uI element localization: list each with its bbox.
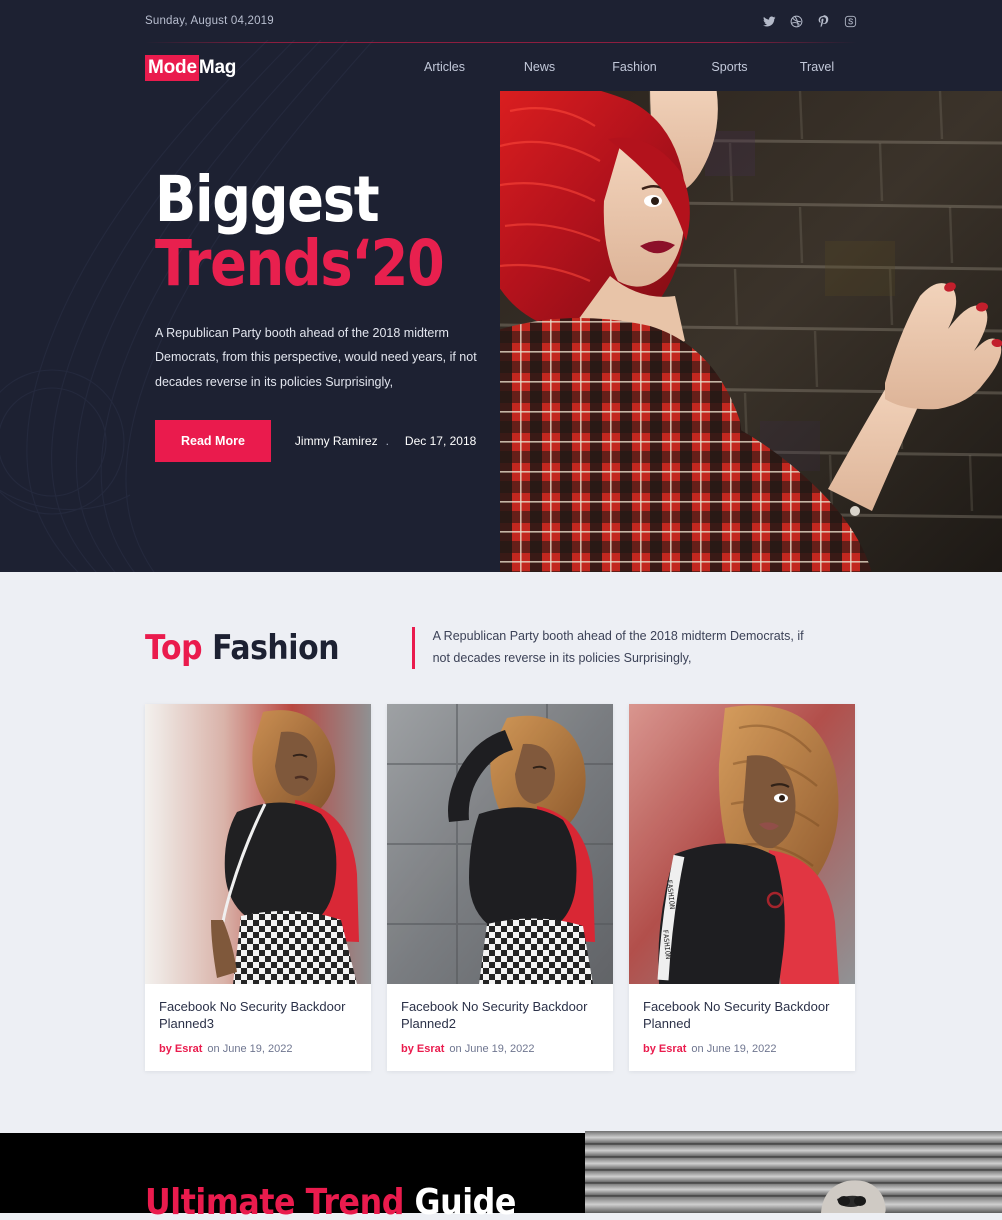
card-date: on June 19, 2022 xyxy=(207,1042,293,1055)
card-image: FASHION FASHION xyxy=(629,703,855,984)
hero-paragraph: A Republican Party booth ahead of the 20… xyxy=(155,325,477,389)
hero-body: Biggest Trends‘20 A Republican Party boo… xyxy=(0,91,1002,572)
card-body: Facebook No Security Backdoor Planned2 b… xyxy=(387,984,613,1071)
section-title-dark: Fashion xyxy=(212,627,340,668)
current-date: Sunday, August 04,2019 xyxy=(145,15,274,27)
section-header: Top Fashion A Republican Party booth ahe… xyxy=(0,626,1002,670)
read-more-button[interactable]: Read More xyxy=(155,420,271,463)
article-card[interactable]: FASHION FASHION Facebook No Security Bac… xyxy=(629,703,855,1071)
nav-item-articles[interactable]: Articles xyxy=(397,54,492,80)
fashion-card-grid: Facebook No Security Backdoor Planned3 b… xyxy=(0,670,1002,1071)
article-card[interactable]: Facebook No Security Backdoor Planned2 b… xyxy=(387,703,613,1071)
logo-mag: Mag xyxy=(198,56,237,78)
nav-item-news[interactable]: News xyxy=(492,54,587,80)
social-links xyxy=(763,14,857,28)
pinterest-icon[interactable] xyxy=(817,14,830,28)
section-accent-bar xyxy=(411,626,415,669)
hero-section: Sunday, August 04,2019 Mode Mag Articles… xyxy=(0,0,1002,572)
card-title: Facebook No Security Backdoor Planned2 xyxy=(401,998,588,1032)
banner-title-red: Ultimate Trend xyxy=(145,1181,404,1220)
twitter-icon[interactable] xyxy=(763,15,776,28)
hero-image xyxy=(500,91,1002,572)
card-meta: by Esrat on June 19, 2022 xyxy=(401,1043,599,1055)
card-author[interactable]: by Esrat xyxy=(401,1043,444,1055)
top-fashion-section: Top Fashion A Republican Party booth ahe… xyxy=(0,572,1002,1071)
dribbble-icon[interactable] xyxy=(790,15,803,28)
hero-title-line1: Biggest xyxy=(155,163,380,236)
main-navbar: Mode Mag Articles News Fashion Sports Tra… xyxy=(0,43,1002,91)
article-card[interactable]: Facebook No Security Backdoor Planned3 b… xyxy=(145,703,371,1071)
primary-nav: Articles News Fashion Sports Travel xyxy=(397,54,857,80)
utility-bar: Sunday, August 04,2019 xyxy=(0,0,1002,42)
banner-image xyxy=(585,1130,1002,1213)
card-title: Facebook No Security Backdoor Planned3 xyxy=(159,998,346,1032)
hero-byline: Jimmy Ramirez. Dec 17, 2018 xyxy=(295,434,476,448)
site-logo[interactable]: Mode Mag xyxy=(145,54,239,81)
card-author[interactable]: by Esrat xyxy=(643,1043,686,1055)
skype-icon[interactable] xyxy=(844,15,857,28)
card-image xyxy=(387,703,613,984)
card-meta: by Esrat on June 19, 2022 xyxy=(159,1043,357,1055)
card-body: Facebook No Security Backdoor Planned3 b… xyxy=(145,984,371,1071)
card-meta: by Esrat on June 19, 2022 xyxy=(643,1043,841,1055)
card-title: Facebook No Security Backdoor Planned xyxy=(643,998,830,1032)
hero-meta: Read More Jimmy Ramirez. Dec 17, 2018 xyxy=(155,420,485,463)
page-root: Sunday, August 04,2019 Mode Mag Articles… xyxy=(0,0,1002,1220)
section-title-red: Top xyxy=(145,627,203,668)
nav-item-sports[interactable]: Sports xyxy=(682,54,777,80)
banner-title-white: Guide xyxy=(414,1181,517,1220)
nav-item-travel[interactable]: Travel xyxy=(777,54,857,80)
hero-date: Dec 17, 2018 xyxy=(404,434,477,449)
nav-item-fashion[interactable]: Fashion xyxy=(587,54,682,80)
section-title: Top Fashion xyxy=(145,627,340,668)
ultimate-trend-banner: Ultimate Trend Guide xyxy=(0,1125,1002,1220)
card-image xyxy=(145,703,371,984)
card-author[interactable]: by Esrat xyxy=(159,1043,202,1055)
card-body: Facebook No Security Backdoor Planned by… xyxy=(629,984,855,1071)
card-date: on June 19, 2022 xyxy=(449,1042,535,1055)
hero-title-line2: Trends‘20 xyxy=(155,226,445,300)
byline-separator: . xyxy=(385,434,389,449)
hero-author: Jimmy Ramirez xyxy=(294,434,378,449)
banner-title: Ultimate Trend Guide xyxy=(145,1182,516,1220)
hero-copy: Biggest Trends‘20 A Republican Party boo… xyxy=(155,163,485,463)
section-subtitle: A Republican Party booth ahead of the 20… xyxy=(432,629,804,665)
logo-mode: Mode xyxy=(145,54,199,81)
card-date: on June 19, 2022 xyxy=(691,1042,777,1055)
